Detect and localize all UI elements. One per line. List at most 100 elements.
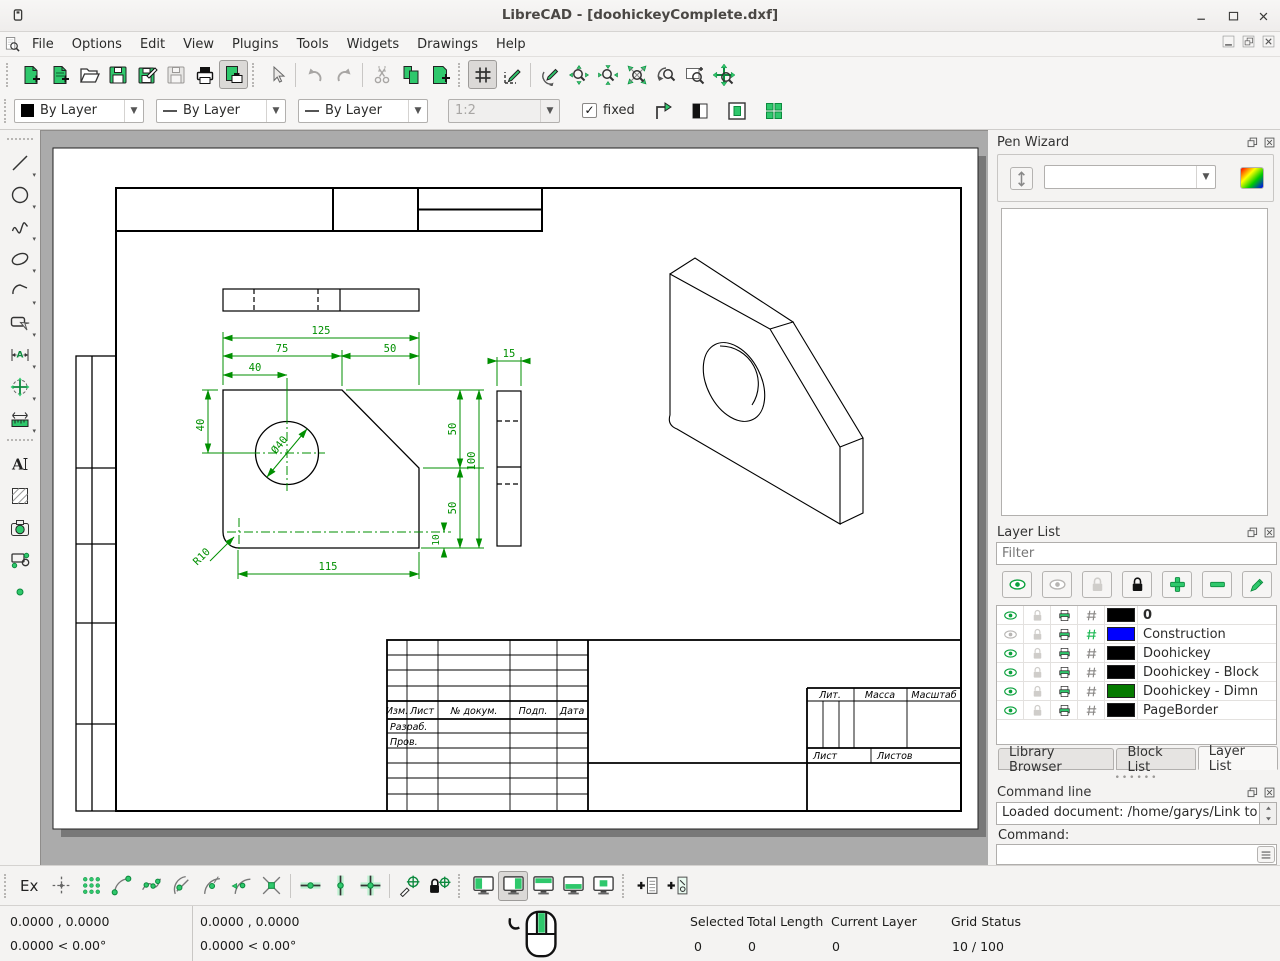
menu-options[interactable]: Options [63,34,131,55]
grid-toggle-button[interactable] [468,60,497,89]
drawing-sheet[interactable]: 125 75 50 40 40 50 100 50 10 115 R10 Ø40… [41,131,989,866]
toolbar-handle[interactable] [4,99,11,123]
layer-color-swatch[interactable] [1107,627,1135,641]
toolbar-handle[interactable] [458,63,465,87]
menu-widgets[interactable]: Widgets [338,34,409,55]
document-search-icon[interactable] [4,36,23,53]
layer-name[interactable]: Doohickey [1138,646,1211,661]
layer-visible-icon[interactable] [997,644,1024,662]
previous-view-button[interactable] [651,60,680,89]
snap-grid-button[interactable] [76,871,106,901]
snap-free-button[interactable] [46,871,76,901]
snap-center-button[interactable] [166,871,196,901]
snap-intersection-button[interactable] [256,871,286,901]
close-button[interactable] [1250,7,1276,25]
layer-color-swatch[interactable] [1107,684,1135,698]
copy-button[interactable] [396,60,425,89]
pen-wizard-list[interactable] [1001,208,1268,516]
command-history[interactable]: Loaded document: /home/garys/Link to [996,802,1260,825]
mdi-close-icon[interactable] [1261,34,1276,49]
select-pointer-button[interactable] [262,60,291,89]
float-dock-icon[interactable] [1246,526,1259,539]
minimize-button[interactable] [1188,7,1214,25]
layer-name[interactable]: 0 [1138,608,1152,623]
menu-file[interactable]: File [23,34,63,55]
layer-construction-icon[interactable] [1078,644,1105,662]
layer-print-icon[interactable] [1051,701,1078,719]
text-tool-button[interactable]: A [4,448,36,479]
dock-bottom-button[interactable] [558,871,588,901]
layer-row[interactable]: 0 [997,606,1276,625]
scroll-up-icon[interactable] [1260,803,1276,814]
drawing-canvas[interactable]: 125 75 50 40 40 50 100 50 10 115 R10 Ø40… [40,130,988,865]
snap-relative-zero-button[interactable] [394,871,424,901]
maximize-button[interactable] [1220,7,1246,25]
restrict-orthogonal-button[interactable] [355,871,385,901]
draw-order-button[interactable] [649,96,678,125]
layer-lock-icon[interactable] [1024,625,1051,643]
frame-preview-button[interactable] [723,96,752,125]
new-document-button[interactable] [16,60,45,89]
toolbar-handle[interactable] [252,63,259,87]
layer-construction-icon[interactable] [1078,625,1105,643]
multi-grid-button[interactable] [760,96,789,125]
zoom-out-button[interactable] [593,60,622,89]
lock-all-layers-button[interactable] [1122,571,1152,598]
paste-button[interactable] [425,60,454,89]
layer-visible-icon[interactable] [997,606,1024,624]
color-picker-button[interactable] [1240,167,1264,189]
toolbar-handle[interactable] [6,63,13,87]
zoom-pan-button[interactable] [709,60,738,89]
layer-name[interactable]: PageBorder [1138,703,1218,718]
pen-wizard-combobox[interactable]: ▼ [1044,165,1216,189]
menu-plugins[interactable]: Plugins [223,34,288,55]
remove-layer-button[interactable] [1202,571,1232,598]
restrict-horizontal-button[interactable] [295,871,325,901]
snap-distance-button[interactable] [226,871,256,901]
toolbar-handle[interactable] [622,874,629,898]
close-dock-icon[interactable] [1263,786,1276,799]
snap-endpoints-button[interactable] [106,871,136,901]
layer-color-swatch[interactable] [1107,646,1135,660]
toolbar-handle[interactable] [7,439,33,446]
menu-edit[interactable]: Edit [131,34,174,55]
snap-middle-button[interactable] [196,871,226,901]
spinner-button[interactable] [1010,167,1033,190]
layer-name[interactable]: Construction [1138,627,1226,642]
polyline-tool-button[interactable] [4,275,36,306]
mdi-minimize-icon[interactable] [1221,34,1236,49]
layer-print-icon[interactable] [1051,682,1078,700]
point-tool-button[interactable] [4,576,36,607]
layer-construction-icon[interactable] [1078,682,1105,700]
menu-tools[interactable]: Tools [288,34,338,55]
save-button[interactable] [103,60,132,89]
hatch-tool-button[interactable] [4,480,36,511]
float-dock-icon[interactable] [1246,136,1259,149]
layer-lock-icon[interactable] [1024,606,1051,624]
add-layer-button[interactable] [1162,571,1192,598]
dock-left-button[interactable] [468,871,498,901]
block-tool-button[interactable] [4,544,36,575]
layer-row[interactable]: Doohickey - Block [997,663,1276,682]
close-dock-icon[interactable] [1263,526,1276,539]
layer-row[interactable]: PageBorder [997,701,1276,720]
layer-print-icon[interactable] [1051,644,1078,662]
save-as-button[interactable] [132,60,161,89]
layer-lock-icon[interactable] [1024,663,1051,681]
menu-view[interactable]: View [174,34,223,55]
layer-name[interactable]: Doohickey - Dimn [1138,684,1258,699]
spline-tool-button[interactable] [4,211,36,242]
layer-construction-icon[interactable] [1078,606,1105,624]
layer-visible-icon[interactable] [997,682,1024,700]
layer-lock-icon[interactable] [1024,682,1051,700]
print-preview-button[interactable] [219,60,248,89]
toolbar-handle[interactable] [7,138,33,145]
layer-visible-icon[interactable] [997,625,1024,643]
layer-visible-icon[interactable] [997,701,1024,719]
add-command-widget-button[interactable] [632,871,662,901]
modify-tool-button[interactable] [4,371,36,402]
fixed-checkbox[interactable] [582,103,597,118]
layer-lock-icon[interactable] [1024,644,1051,662]
redraw-button[interactable] [535,60,564,89]
circle-tool-button[interactable] [4,179,36,210]
